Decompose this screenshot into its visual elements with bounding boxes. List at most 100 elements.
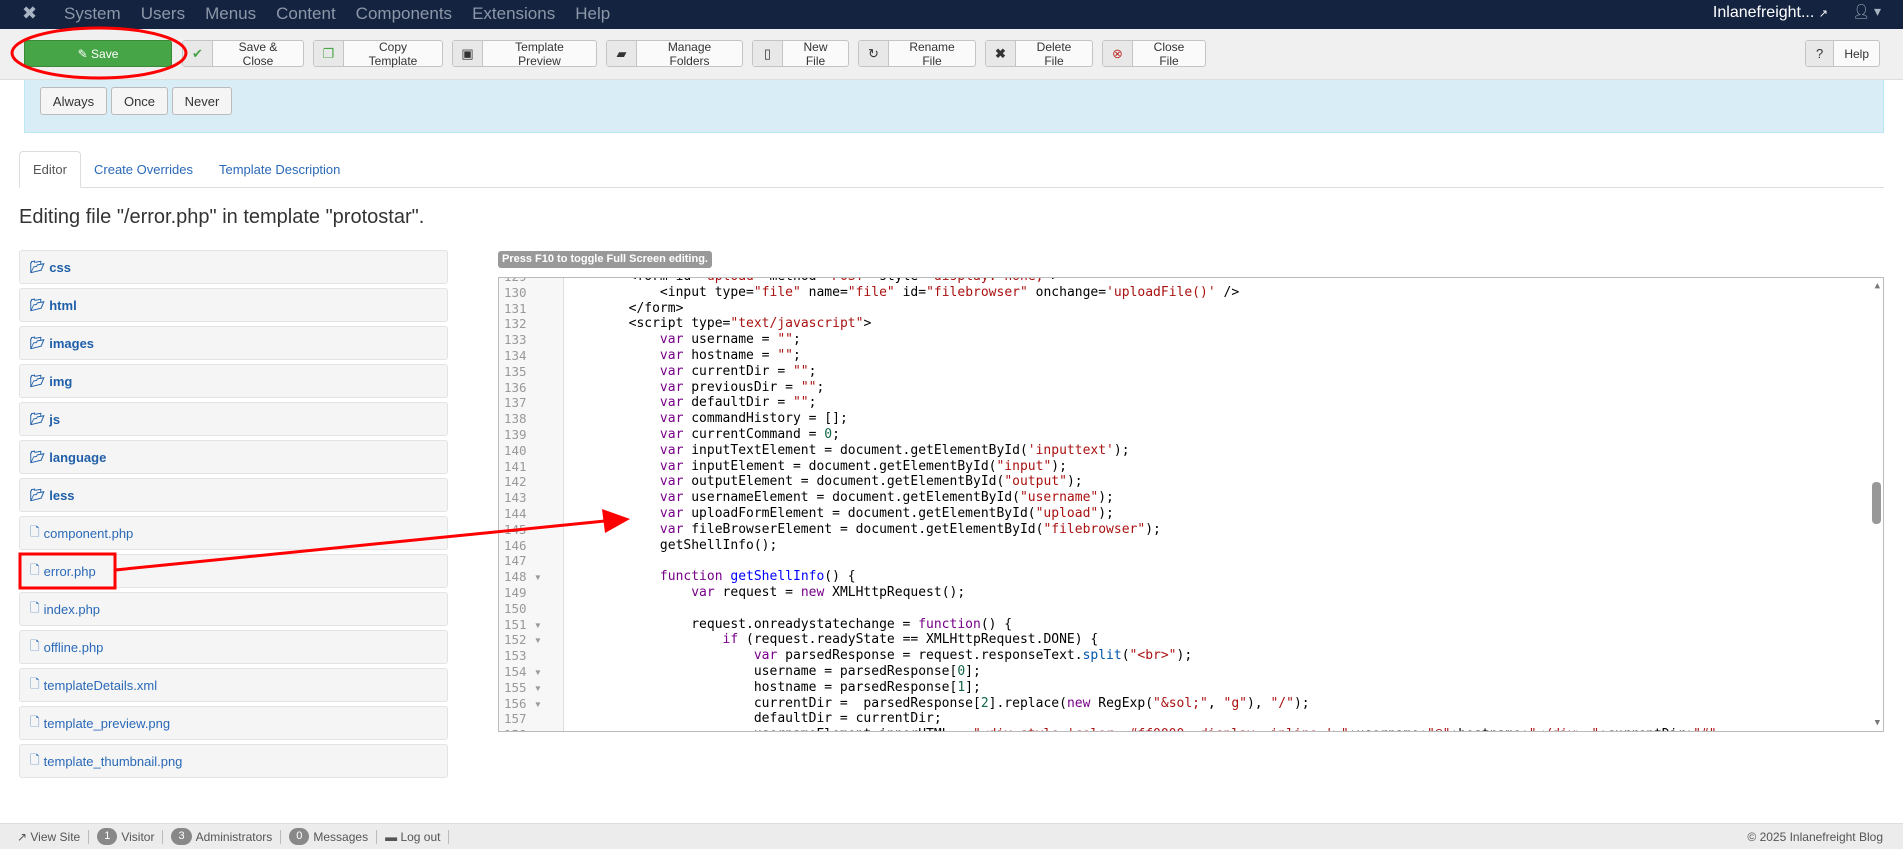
code-token: , <box>1207 695 1224 711</box>
code-token: request = <box>714 584 801 600</box>
close-file-button[interactable]: ⊗ Close File <box>1102 40 1206 68</box>
save-close-button[interactable]: ✔ Save & Close <box>182 40 304 68</box>
code-text: var defaultDir = ""; <box>566 395 817 411</box>
tab-create-overrides[interactable]: Create Overrides <box>81 151 206 188</box>
scroll-down-icon[interactable]: ▼ <box>1875 718 1880 728</box>
code-token: split <box>1082 648 1122 664</box>
file-item[interactable]: 🗋︎ template_thumbnail.png <box>19 744 448 778</box>
file-item[interactable]: 🗋︎ component.php <box>19 516 448 550</box>
external-link-icon: ↗ <box>1818 8 1828 20</box>
file-item[interactable]: 🗋︎ error.php <box>19 554 448 588</box>
file-tree: 📂︎ css 📂︎ html 📂︎ images 📂︎ img 📂︎ js 📂︎ language 📂︎… <box>19 250 448 782</box>
code-line: 133 var username = ""; <box>499 332 1883 348</box>
folder-open-icon: 📂︎ <box>30 298 46 312</box>
line-number: 157 <box>504 711 527 727</box>
code-token: 2 <box>980 695 989 711</box>
code-line: 154 ▾ username = parsedResponse[0]; <box>499 664 1883 680</box>
file-name: less <box>49 487 75 503</box>
file-item[interactable]: 🗋︎ templateDetails.xml <box>19 668 448 702</box>
code-token: currentCommand = <box>683 426 825 442</box>
toolbar: ✎ Save ✔ Save & Close ❐ Copy Template ▣ Tem… <box>0 29 1903 80</box>
code-token: "@" <box>1427 727 1450 731</box>
menu-help[interactable]: Help <box>575 4 610 24</box>
menu-users[interactable]: Users <box>141 4 185 24</box>
code-token: "username" <box>1019 490 1099 506</box>
logout-link[interactable]: ▬ Log out <box>377 829 450 844</box>
line-number: 145 <box>504 521 527 537</box>
code-token: "display: none;" <box>926 278 1051 284</box>
site-link[interactable]: Inlanefreight... ↗ <box>1713 4 1828 22</box>
code-token: +currentDir+ <box>1599 727 1693 731</box>
code-text: var currentDir = ""; <box>566 364 817 380</box>
manage-folders-button[interactable]: ▰ Manage Folders <box>606 40 743 68</box>
code-token: ); <box>1098 490 1114 506</box>
save-button[interactable]: ✎ Save <box>24 40 172 67</box>
code-token: var <box>659 490 684 506</box>
joomla-logo-icon[interactable]: ✖ <box>22 3 37 24</box>
folder-item[interactable]: 📂︎ js <box>19 402 448 436</box>
code-token: var <box>659 347 684 363</box>
code-token: "upload" <box>699 278 762 284</box>
folder-item[interactable]: 📂︎ html <box>19 288 448 322</box>
file-icon: 🗋︎ <box>30 752 40 767</box>
folder-icon: ▰ <box>607 41 637 66</box>
never-button[interactable]: Never <box>172 87 232 115</box>
folder-item[interactable]: 📂︎ images <box>19 326 448 360</box>
folder-item[interactable]: 📂︎ img <box>19 364 448 398</box>
folder-item[interactable]: 📂︎ language <box>19 440 448 474</box>
tab-editor[interactable]: Editor <box>19 151 81 188</box>
file-item[interactable]: 🗋︎ index.php <box>19 592 448 626</box>
file-name: css <box>49 259 71 275</box>
main-menu: System Users Menus Content Components Extensi… <box>64 4 610 24</box>
once-button[interactable]: Once <box>111 87 168 115</box>
code-token: inputElement = document.getElementById( <box>683 458 997 474</box>
line-number: 134 <box>504 347 527 363</box>
menu-menus[interactable]: Menus <box>205 4 256 24</box>
code-line: 156 ▾ currentDir = parsedResponse[2].rep… <box>499 696 1883 712</box>
code-token: ), <box>1246 695 1271 711</box>
delete-file-button[interactable]: ✖ Delete File <box>985 40 1093 68</box>
copy-template-button[interactable]: ❐ Copy Template <box>313 40 443 68</box>
code-token: ]; <box>965 679 981 695</box>
code-token: "/" <box>1270 695 1294 711</box>
code-text: var outputElement = document.getElementB… <box>566 474 1083 490</box>
code-token: ); <box>1293 695 1310 711</box>
scrollbar-thumb[interactable] <box>1872 482 1881 524</box>
code-token: ); <box>1113 442 1130 458</box>
new-file-button[interactable]: ▯ New File <box>752 40 849 68</box>
code-token: uploadFormElement = document.getElementB… <box>683 505 1036 521</box>
code-token: ); <box>1051 458 1067 474</box>
folder-open-icon: 📂︎ <box>30 260 46 274</box>
template-preview-button[interactable]: ▣ Template Preview <box>452 40 597 68</box>
code-token: "" <box>792 395 809 411</box>
menu-system[interactable]: System <box>64 4 121 24</box>
code-text: var username = ""; <box>566 332 801 348</box>
help-button[interactable]: ? Help <box>1805 40 1880 67</box>
code-token: "g" <box>1223 695 1247 711</box>
rename-file-button[interactable]: ↻ Rename File <box>858 40 976 68</box>
code-token: "filebrowser" <box>926 284 1028 300</box>
menu-content[interactable]: Content <box>276 4 336 24</box>
code-token: if <box>722 632 739 648</box>
always-button[interactable]: Always <box>40 87 107 115</box>
code-line: 143 var usernameElement = document.getEl… <box>499 490 1883 506</box>
menu-components[interactable]: Components <box>356 4 452 24</box>
file-item[interactable]: 🗋︎ template_preview.png <box>19 706 448 740</box>
user-menu[interactable]: 👤︎ ▾ <box>1852 3 1881 20</box>
code-line: 146 getShellInfo(); <box>499 538 1883 554</box>
folder-item[interactable]: 📂︎ less <box>19 478 448 512</box>
file-item[interactable]: 🗋︎ offline.php <box>19 630 448 664</box>
view-site-link[interactable]: ↗ View Site <box>9 829 90 844</box>
menu-extensions[interactable]: Extensions <box>472 4 555 24</box>
code-editor[interactable]: 129 <form id="upload" method="POST" styl… <box>498 277 1884 732</box>
code-text: var usernameElement = document.getElemen… <box>566 490 1114 506</box>
folder-item[interactable]: 📂︎ css <box>19 250 448 284</box>
code-line: 144 var uploadFormElement = document.get… <box>499 506 1883 522</box>
code-token: function <box>918 616 981 632</box>
tab-template-description[interactable]: Template Description <box>206 151 353 188</box>
folder-open-icon: 📂︎ <box>30 374 46 388</box>
scroll-up-icon[interactable]: ▲ <box>1875 281 1880 291</box>
